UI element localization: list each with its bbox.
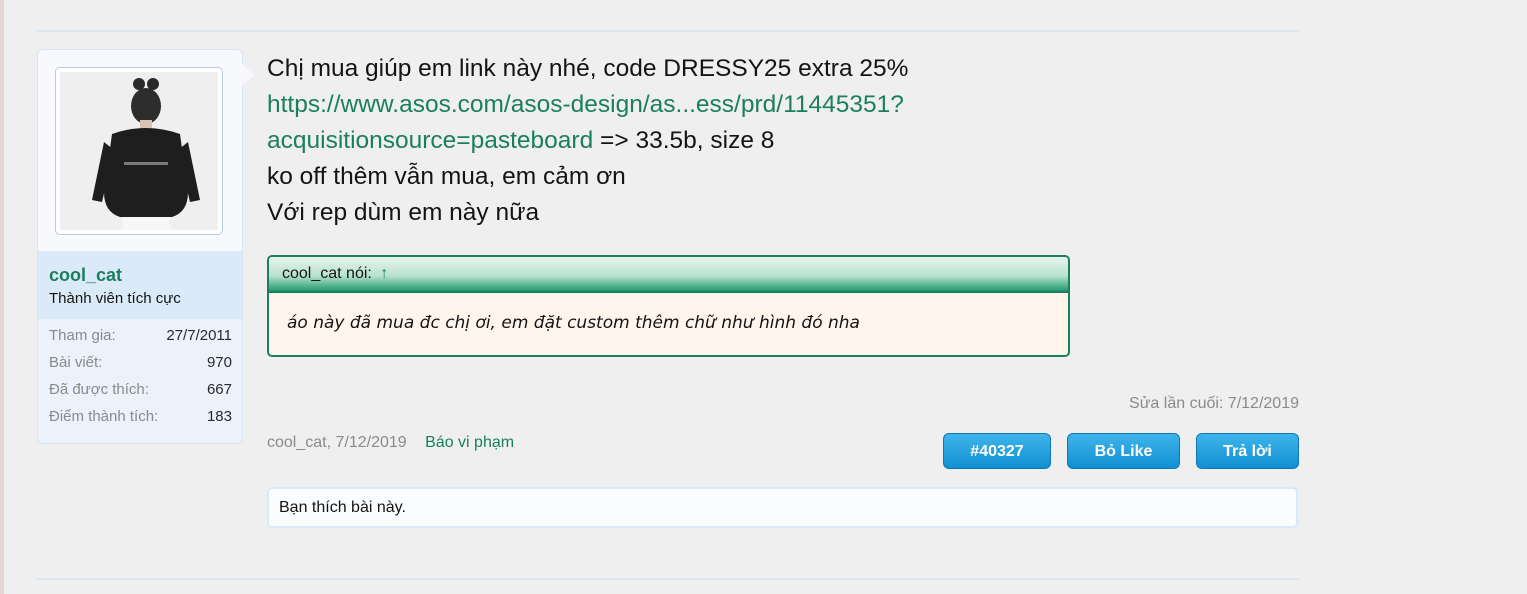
reply-button[interactable]: Trả lời	[1196, 433, 1299, 469]
last-edited: Sửa lần cuối: 7/12/2019	[1129, 395, 1299, 412]
message-price-size: => 33.5b, size 8	[593, 127, 775, 154]
stat-value[interactable]: 183	[207, 408, 232, 425]
stat-row-likes: Đã được thích: 667	[38, 381, 242, 408]
post-message: Chị mua giúp em link này nhé, code DRESS…	[267, 51, 1167, 231]
user-title: Thành viên tích cực	[49, 290, 181, 307]
post-number-button[interactable]: #40327	[943, 433, 1051, 469]
username-link[interactable]: cool_cat	[49, 265, 122, 286]
likes-summary: Bạn thích bài này.	[267, 487, 1298, 528]
stat-label: Đã được thích:	[49, 381, 149, 398]
quote-header: cool_cat nói: ↑	[269, 257, 1068, 293]
quote-jump-arrow-icon[interactable]: ↑	[380, 265, 388, 282]
post-author-date[interactable]: cool_cat, 7/12/2019	[267, 434, 407, 451]
quote-block: cool_cat nói: ↑ áo này đã mua đc chị ơi,…	[267, 255, 1070, 357]
post-meta: cool_cat, 7/12/2019 Báo vi phạm	[267, 434, 514, 452]
message-link[interactable]: https://www.asos.com/asos-design/as...es…	[267, 91, 904, 118]
quote-author: cool_cat nói:	[282, 265, 372, 282]
likes-text: Bạn thích bài này.	[279, 499, 406, 516]
user-card: cool_cat Thành viên tích cực Tham gia: 2…	[37, 49, 254, 444]
post-divider-bottom	[36, 578, 1299, 580]
message-line: Với rep dùm em này nữa	[267, 199, 540, 226]
user-info: cool_cat Thành viên tích cực	[38, 251, 242, 319]
avatar-image	[60, 72, 218, 230]
quote-text: áo này đã mua đc chị ơi, em đặt custom t…	[287, 313, 860, 333]
unlike-button[interactable]: Bỏ Like	[1067, 433, 1180, 469]
stat-label: Điểm thành tích:	[49, 408, 159, 425]
post-divider-top	[36, 30, 1299, 32]
stat-label: Tham gia:	[49, 327, 116, 344]
stat-value: 27/7/2011	[166, 327, 232, 344]
message-link-line: https://www.asos.com/asos-design/as...es…	[267, 87, 1167, 123]
stat-value[interactable]: 970	[207, 354, 232, 371]
stat-row-trophy-points: Điểm thành tích: 183	[38, 408, 242, 435]
stat-value: 667	[206, 381, 232, 398]
message-line: Chị mua giúp em link này nhé, code DRESS…	[267, 55, 909, 82]
avatar[interactable]	[55, 67, 223, 235]
avatar-person-illustration	[60, 72, 218, 230]
message-line: ko off thêm vẫn mua, em cảm ơn	[267, 163, 626, 190]
page-left-edge	[0, 0, 4, 594]
report-link[interactable]: Báo vi phạm	[425, 434, 514, 451]
stat-label: Bài viết:	[49, 354, 103, 371]
forum-post-page: cool_cat Thành viên tích cực Tham gia: 2…	[0, 0, 1527, 594]
user-stats: Tham gia: 27/7/2011 Bài viết: 970 Đã đượ…	[38, 327, 242, 435]
message-link-line: acquisitionsource=pasteboard => 33.5b, s…	[267, 123, 1167, 159]
user-card-pointer	[242, 64, 254, 86]
stat-row-posts: Bài viết: 970	[38, 354, 242, 381]
stat-row-joined: Tham gia: 27/7/2011	[38, 327, 242, 354]
avatar-area	[38, 50, 242, 251]
message-link-continued[interactable]: acquisitionsource=pasteboard	[267, 127, 593, 154]
